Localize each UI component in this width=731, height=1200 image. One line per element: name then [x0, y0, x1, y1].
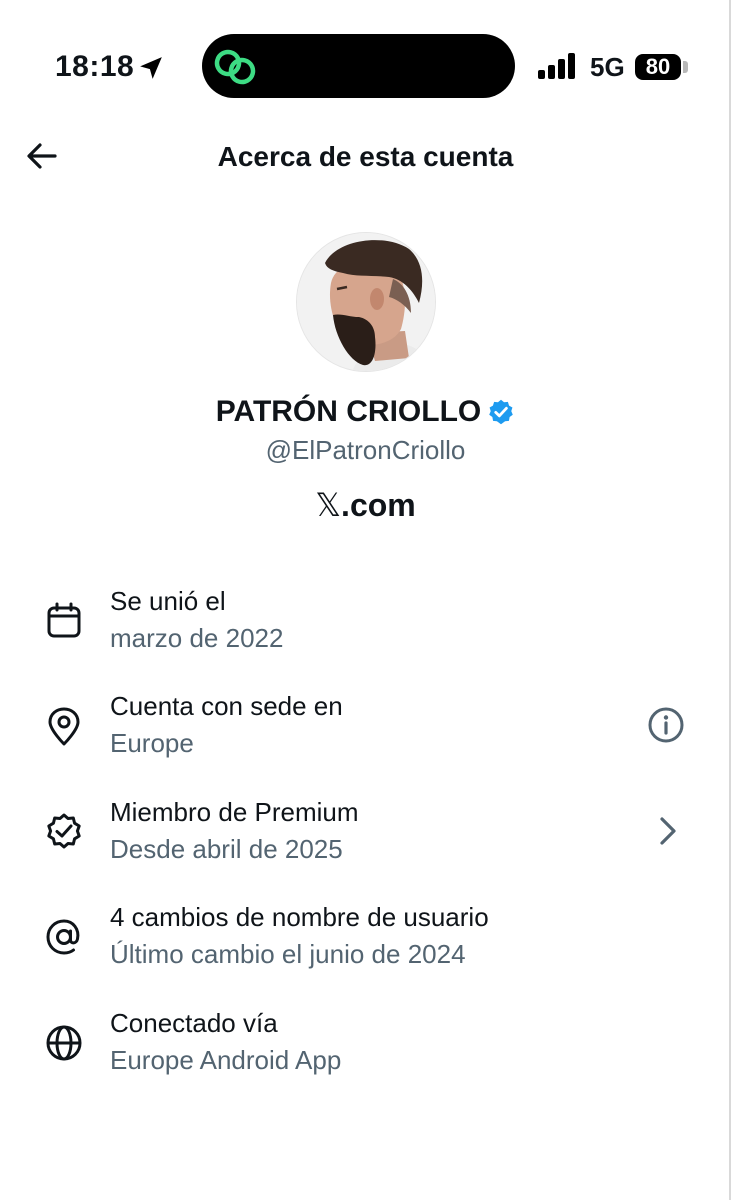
signal-icon — [538, 53, 575, 79]
profile-name-row: PATRÓN CRIOLLO — [0, 394, 731, 430]
info-row-connected-via: Conectado vía Europe Android App — [0, 1007, 731, 1097]
globe-icon — [46, 1025, 82, 1061]
info-row-premium[interactable]: Miembro de Premium Desde abril de 2025 — [0, 796, 731, 886]
row-title: Conectado vía — [110, 1008, 278, 1038]
row-title: Cuenta con sede en — [110, 691, 343, 721]
info-row-joined: Se unió el marzo de 2022 — [0, 585, 731, 675]
page-title: Acerca de esta cuenta — [217, 141, 514, 172]
location-pin-icon — [48, 707, 80, 746]
battery-tip — [683, 61, 688, 73]
row-subtitle: Último cambio el junio de 2024 — [110, 939, 466, 969]
avatar-image — [297, 233, 435, 371]
x-logo-icon: 𝕏 — [315, 486, 342, 524]
at-sign-icon — [46, 919, 80, 955]
info-icon[interactable] — [646, 705, 686, 745]
row-title: 4 cambios de nombre de usuario — [110, 902, 489, 932]
row-title: Se unió el — [110, 586, 226, 616]
row-subtitle: Europe Android App — [110, 1045, 342, 1075]
battery-icon: 80 — [635, 54, 681, 80]
calendar-icon — [47, 602, 81, 638]
info-row-location: Cuenta con sede en Europe — [0, 690, 731, 780]
row-title: Miembro de Premium — [110, 797, 359, 827]
network-label: 5G — [590, 52, 625, 82]
display-name: PATRÓN CRIOLLO — [215, 395, 482, 428]
row-subtitle: Europe — [110, 728, 194, 758]
platform-suffix: .com — [341, 487, 416, 523]
verified-icon[interactable] — [487, 398, 515, 426]
platform-label: 𝕏.com — [0, 486, 731, 524]
row-subtitle: Desde abril de 2025 — [110, 834, 343, 864]
link-icon — [214, 49, 256, 85]
avatar[interactable] — [296, 232, 436, 372]
location-arrow-icon — [140, 57, 162, 79]
status-time: 18:18 — [55, 50, 135, 83]
chevron-right-icon[interactable] — [648, 811, 688, 851]
verified-badge-icon — [47, 813, 81, 849]
handle: @ElPatronCriollo — [265, 435, 466, 465]
info-row-username-changes: 4 cambios de nombre de usuario Último ca… — [0, 901, 731, 991]
row-subtitle: marzo de 2022 — [110, 623, 284, 653]
